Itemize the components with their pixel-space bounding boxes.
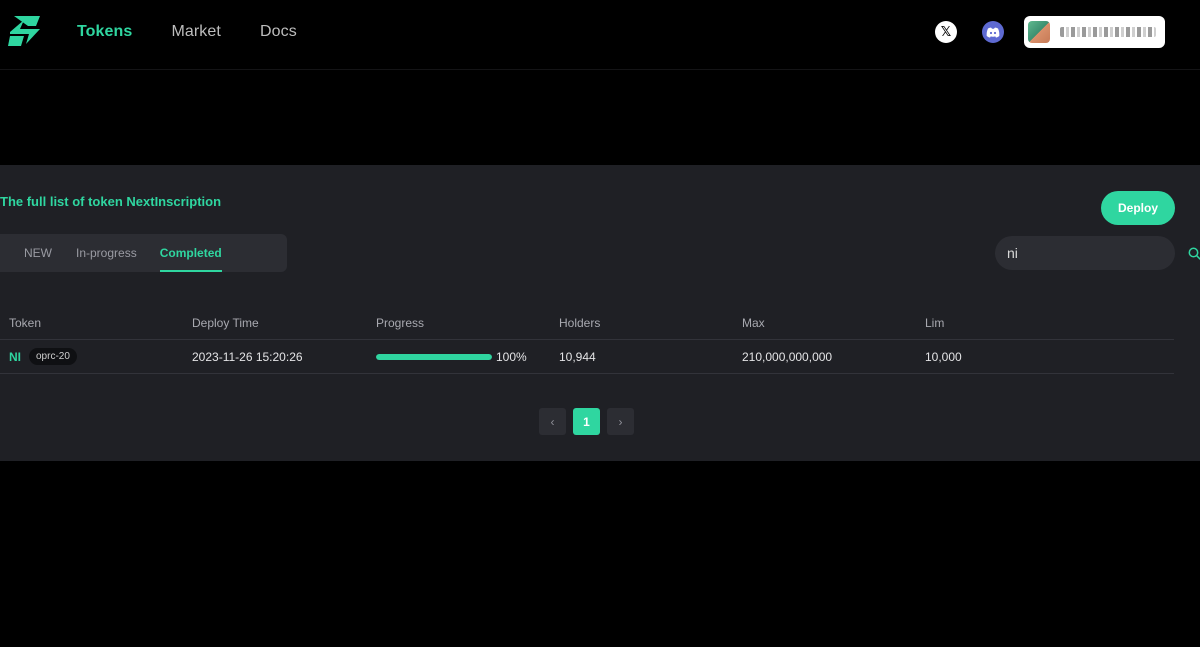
token-name[interactable]: NI <box>9 350 21 364</box>
nav-market[interactable]: Market <box>171 23 221 41</box>
progress-bar <box>376 354 492 360</box>
deploy-button[interactable]: Deploy <box>1101 191 1175 225</box>
column-header-progress: Progress <box>376 316 425 330</box>
avatar <box>1028 21 1050 43</box>
page-title: The full list of token NextInscription <box>0 194 222 209</box>
prev-page-button[interactable]: ‹ <box>539 408 566 435</box>
tab-in-progress[interactable]: In-progress <box>76 234 137 272</box>
wallet-button[interactable] <box>1024 16 1165 48</box>
pagination: ‹ 1 › <box>539 408 634 435</box>
search-input[interactable] <box>1007 245 1188 261</box>
nav-tokens[interactable]: Tokens <box>77 23 132 41</box>
progress-bar-fill <box>376 354 492 360</box>
search-icon[interactable] <box>1188 247 1200 260</box>
top-navigation-bar: Tokens Market Docs 𝕏 <box>0 0 1200 70</box>
status-tabs: NEW In-progress Completed <box>0 234 287 272</box>
max-supply: 210,000,000,000 <box>742 350 833 364</box>
column-header-deploy-time: Deploy Time <box>192 316 259 330</box>
deploy-time: 2023-11-26 15:20:26 <box>192 350 303 364</box>
column-header-lim: Lim <box>925 316 945 330</box>
next-page-button[interactable]: › <box>607 408 634 435</box>
search-box <box>995 236 1200 270</box>
tab-completed[interactable]: Completed <box>159 234 222 272</box>
discord-icon[interactable] <box>982 21 1004 43</box>
logo-icon[interactable] <box>6 14 44 48</box>
tab-new[interactable]: NEW <box>24 234 52 272</box>
column-header-token: Token <box>9 316 42 330</box>
table-row[interactable]: NI oprc-20 2023-11-26 15:20:26 100% 10,9… <box>0 340 1174 374</box>
column-header-max: Max <box>742 316 765 330</box>
x-icon[interactable]: 𝕏 <box>935 21 957 43</box>
page-1-button[interactable]: 1 <box>573 408 600 435</box>
nav-docs[interactable]: Docs <box>260 23 297 41</box>
main-nav: Tokens Market Docs <box>77 0 336 64</box>
mint-limit: 10,000 <box>925 350 962 364</box>
progress-percent: 100% <box>496 350 527 364</box>
token-list-panel: The full list of token NextInscription D… <box>0 165 1200 461</box>
holders-count: 10,944 <box>559 350 596 364</box>
table-header: Token Deploy Time Progress Holders Max L… <box>0 305 1174 340</box>
column-header-holders: Holders <box>559 316 601 330</box>
wallet-address-obscured <box>1060 27 1156 37</box>
token-standard-badge: oprc-20 <box>29 348 77 365</box>
